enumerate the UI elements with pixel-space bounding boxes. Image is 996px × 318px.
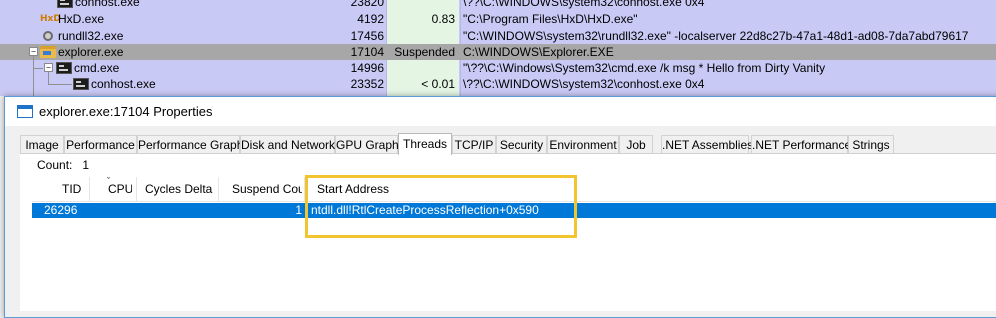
process-command-line: C:\WINDOWS\Explorer.EXE <box>463 45 614 59</box>
tab-security[interactable]: Security <box>496 135 547 153</box>
process-command-line: "C:\WINDOWS\system32\rundll32.exe" -loca… <box>463 29 969 43</box>
tab-net-assemblies[interactable]: .NET Assemblies <box>661 135 753 153</box>
tab-net-performance[interactable]: .NET Performance <box>751 135 851 153</box>
tab-disk-and-network[interactable]: Disk and Network <box>240 135 335 153</box>
process-pid: 17104 <box>350 45 384 59</box>
process-pid: 17456 <box>350 29 384 43</box>
collapse-toggle[interactable]: − <box>29 47 38 56</box>
threads-list-header: TID CPU ˇ Cycles Delta Suspend Count Sta… <box>32 176 996 202</box>
sort-chevron-icon: ˇ <box>107 176 110 186</box>
process-name: cmd.exe <box>74 61 120 75</box>
count-label: Count: <box>37 158 73 172</box>
count-value: 1 <box>82 158 90 172</box>
thread-suspend-count: 1 <box>295 203 302 217</box>
window-icon <box>17 105 33 118</box>
process-row[interactable]: − cmd.exe 14996 "\??\C:\Windows\System32… <box>0 60 996 76</box>
console-icon <box>56 62 72 74</box>
process-cpu: 0.83 <box>431 12 455 26</box>
folder-icon <box>40 46 56 58</box>
column-divider <box>89 177 90 201</box>
process-name: conhost.exe <box>75 0 140 9</box>
process-name: conhost.exe <box>91 77 156 91</box>
tab-environment[interactable]: Environment <box>547 135 619 153</box>
tab-strings[interactable]: Strings <box>848 135 894 153</box>
process-command-line: \??\C:\WINDOWS\system32\conhost.exe 0x4 <box>463 77 705 91</box>
tree-connector <box>48 84 72 85</box>
column-header-start-address[interactable]: Start Address <box>317 177 517 201</box>
process-row[interactable]: HxD HxD.exe 4192 0.83 "C:\Program Files\… <box>0 11 996 27</box>
console-icon <box>57 0 73 8</box>
thread-start-address: ntdll.dll!RtlCreateProcessReflection+0x5… <box>311 203 539 217</box>
process-command-line: \??\C:\WINDOWS\system32\conhost.exe 0x4 <box>463 0 705 9</box>
thread-count: Count: 1 <box>37 158 89 172</box>
dialog-titlebar[interactable]: explorer.exe:17104 Properties <box>5 97 996 126</box>
thread-row-selected[interactable]: 26296 1 ntdll.dll!RtlCreateProcessReflec… <box>32 203 996 218</box>
process-tree-list[interactable]: conhost.exe 23820 \??\C:\WINDOWS\system3… <box>0 0 996 96</box>
hxd-icon: HxD <box>40 14 61 24</box>
tab-job[interactable]: Job <box>619 135 653 153</box>
process-pid: 23352 <box>350 77 384 91</box>
collapse-toggle[interactable]: − <box>44 63 53 72</box>
thread-tid: 26296 <box>44 203 78 217</box>
column-header-cycles-delta[interactable]: Cycles Delta <box>145 177 215 201</box>
process-pid: 14996 <box>350 61 384 75</box>
dialog-title: explorer.exe:17104 Properties <box>39 104 213 119</box>
column-divider <box>136 177 137 201</box>
process-command-line: "C:\Program Files\HxD\HxD.exe" <box>463 12 638 26</box>
process-row[interactable]: conhost.exe 23352 < 0.01 \??\C:\WINDOWS\… <box>0 76 996 92</box>
process-name: HxD.exe <box>58 12 105 26</box>
column-header-suspend-count[interactable]: Suspend Count <box>232 177 302 201</box>
console-icon <box>73 78 89 90</box>
tree-connector <box>33 68 43 69</box>
tab-performance[interactable]: Performance <box>64 135 137 153</box>
threads-list[interactable]: TID CPU ˇ Cycles Delta Suspend Count Sta… <box>32 176 996 310</box>
column-divider <box>218 177 219 201</box>
process-name: explorer.exe <box>58 45 124 59</box>
process-row[interactable]: rundll32.exe 17456 "C:\WINDOWS\system32\… <box>0 28 996 44</box>
tab-threads[interactable]: Threads <box>398 133 452 155</box>
column-header-tid[interactable]: TID <box>62 177 82 201</box>
tree-connector <box>48 72 49 84</box>
process-name: rundll32.exe <box>58 29 124 43</box>
process-status: Suspended <box>394 45 455 59</box>
process-pid: 4192 <box>357 12 384 26</box>
process-row-selected[interactable]: − explorer.exe 17104 Suspended C:\WINDOW… <box>0 44 996 60</box>
tab-performance-graph[interactable]: Performance Graph <box>137 135 243 153</box>
process-cpu: < 0.01 <box>421 77 455 91</box>
process-command-line: "\??\C:\Windows\System32\cmd.exe /k msg … <box>463 61 826 75</box>
tab-gpu-graph[interactable]: GPU Graph <box>335 135 399 153</box>
process-row[interactable]: conhost.exe 23820 \??\C:\WINDOWS\system3… <box>0 0 996 10</box>
gear-icon <box>43 31 53 41</box>
column-divider <box>304 177 305 201</box>
tree-connector <box>33 56 34 96</box>
tab-tcp-ip[interactable]: TCP/IP <box>452 135 496 153</box>
column-header-cpu[interactable]: CPU <box>108 177 132 201</box>
tab-image[interactable]: Image <box>20 135 64 153</box>
process-pid: 23820 <box>350 0 384 9</box>
